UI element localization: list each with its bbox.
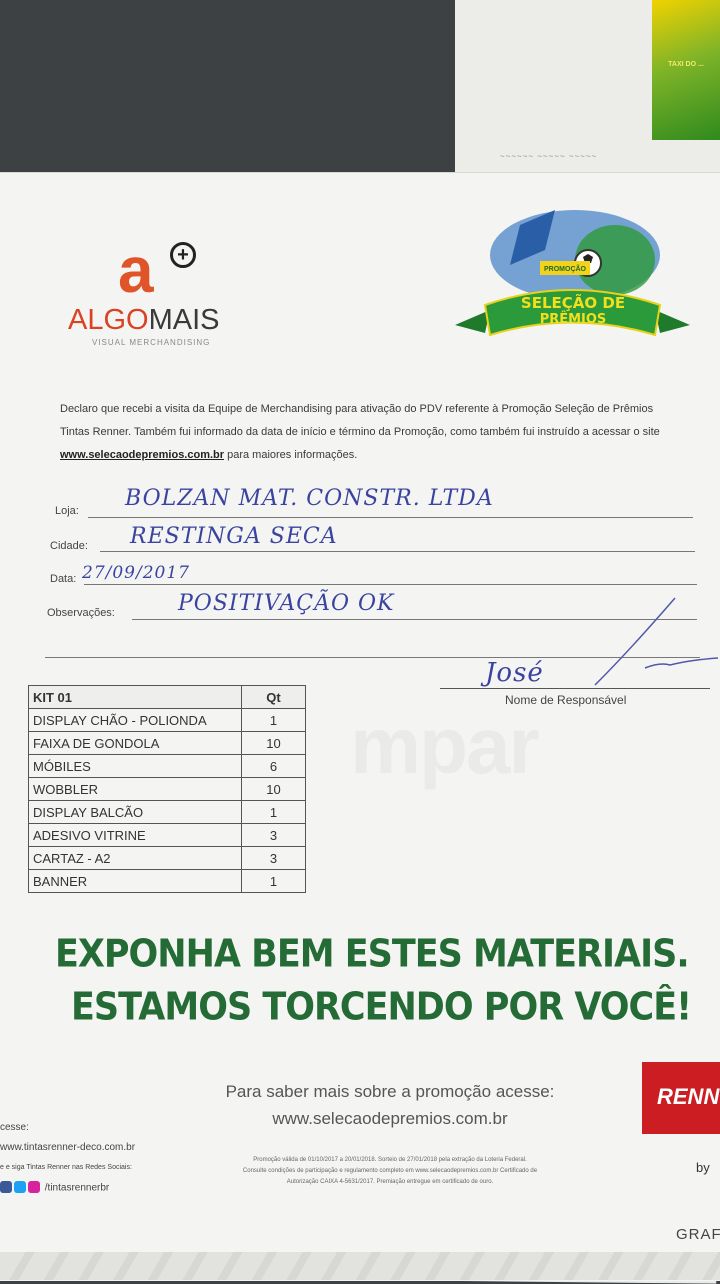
legal-text: Promoção válida de 01/10/2017 a 20/01/20… [215, 1155, 565, 1188]
declaration-intro: Declaro que recebi a visita da Equipe de… [60, 403, 660, 438]
algomais-logo: ALGOMAIS [68, 305, 220, 335]
headline: EXPONHA BEM ESTES MATERIAIS. ESTAMOS TOR… [55, 928, 720, 1034]
legal-line-3: Autorização CAIXA 4-5631/2017. Premiação… [286, 1179, 494, 1185]
table-row: ADESIVO VITRINE 3 [28, 823, 306, 847]
table-row: WOBBLER 10 [28, 777, 306, 801]
headline-line1: EXPONHA BEM ESTES MATERIAIS. [55, 932, 690, 977]
grafica-text: GRAF [676, 1226, 720, 1243]
table-row: BANNER 1 [28, 869, 306, 893]
loja-line [88, 517, 693, 518]
twitter-icon[interactable] [14, 1181, 26, 1194]
promo-ribbon-line1: SELEÇÃO DE [521, 293, 625, 312]
background-flyer [652, 0, 720, 140]
promo-ribbon-line2: PRÊMIOS [540, 311, 607, 327]
kit-qt: 3 [241, 846, 306, 870]
kit-qt: 1 [241, 708, 306, 732]
kit-header-item: KIT 01 [28, 685, 242, 709]
algomais-logo-mark: a [118, 234, 154, 306]
left-access-text: cesse: [0, 1122, 29, 1133]
table-row: FAIXA DE GONDOLA 10 [28, 731, 306, 755]
table-row: DISPLAY BALCÃO 1 [28, 800, 306, 824]
kit-item: DISPLAY BALCÃO [28, 800, 242, 824]
left-follow-text: e e siga Tintas Renner nas Redes Sociais… [0, 1164, 132, 1171]
kit-item: FAIXA DE GONDOLA [28, 731, 242, 755]
legal-line-1: Promoção válida de 01/10/2017 a 20/01/20… [253, 1157, 527, 1163]
kit-item: DISPLAY CHÃO - POLIONDA [28, 708, 242, 732]
cidade-value[interactable]: RESTINGA SECA [130, 524, 338, 549]
kit-qt: 6 [241, 754, 306, 778]
promo-badge-text: PROMOÇÃO [544, 264, 587, 273]
loja-label: Loja: [55, 505, 79, 517]
kit-qt: 1 [241, 800, 306, 824]
social-handle[interactable]: /tintasrennerbr [45, 1183, 109, 1194]
declaration-outro: para maiores informações. [224, 449, 358, 461]
declaration-text: Declaro que recebi a visita da Equipe de… [60, 398, 660, 467]
facebook-icon[interactable] [0, 1181, 12, 1194]
kit-qt: 10 [241, 731, 306, 755]
background-scribble: ~~~~~~ ~~~~~ ~~~~~ [500, 152, 598, 161]
loja-value[interactable]: BOLZAN MAT. CONSTR. LTDA [125, 486, 494, 511]
flyer-text: TAXI DO ... [668, 61, 704, 68]
data-label: Data: [50, 573, 77, 585]
promo-info-text: Para saber mais sobre a promoção acesse: [225, 1082, 555, 1101]
kit-header-qt: Qt [241, 685, 306, 709]
cidade-label: Cidade: [50, 540, 88, 552]
logo-subtitle: VISUAL MERCHANDISING [92, 338, 211, 347]
instagram-icon[interactable] [28, 1181, 40, 1194]
kit-table: KIT 01 Qt DISPLAY CHÃO - POLIONDA 1 FAIXA… [28, 685, 306, 893]
cidade-line [100, 551, 695, 552]
left-footer-info: cesse: www.tintasrenner-deco.com.br e e … [0, 1118, 135, 1199]
promo-info: Para saber mais sobre a promoção acesse:… [180, 1078, 600, 1132]
bottom-strip [0, 1252, 720, 1280]
kit-header-row: KIT 01 Qt [28, 685, 306, 709]
kit-item: MÓBILES [28, 754, 242, 778]
left-url[interactable]: www.tintasrenner-deco.com.br [0, 1138, 135, 1158]
kit-qt: 3 [241, 823, 306, 847]
promo-info-url[interactable]: www.selecaodepremios.com.br [180, 1105, 600, 1132]
kit-item: BANNER [28, 869, 242, 893]
background-watermark: mpar [350, 701, 540, 790]
logo-mais-text: MAIS [148, 304, 220, 336]
kit-qt: 10 [241, 777, 306, 801]
kit-qt: 1 [241, 869, 306, 893]
table-row: CARTAZ - A2 3 [28, 846, 306, 870]
kit-item: CARTAZ - A2 [28, 846, 242, 870]
signature-stroke [594, 597, 719, 686]
social-icons [0, 1178, 42, 1198]
by-text: by [696, 1160, 710, 1175]
headline-line2: ESTAMOS TORCENDO POR VOCÊ! [71, 985, 692, 1030]
declaration-site-link[interactable]: www.selecaodepremios.com.br [60, 449, 224, 461]
kit-item: WOBBLER [28, 777, 242, 801]
observacoes-value[interactable]: POSITIVAÇÃO OK [178, 591, 394, 616]
signature: José [485, 658, 544, 688]
social-row: /tintasrennerbr [0, 1178, 135, 1199]
legal-line-2: Consulte condições de participação e reg… [242, 1168, 538, 1174]
kit-item: ADESIVO VITRINE [28, 823, 242, 847]
table-row: DISPLAY CHÃO - POLIONDA 1 [28, 708, 306, 732]
plus-icon: + [170, 242, 196, 268]
signature-label: Nome de Responsável [505, 693, 627, 707]
selecao-de-premios-emblem: PROMOÇÃO SELEÇÃO DE PRÊMIOS [455, 210, 690, 337]
data-line [84, 584, 697, 585]
renner-logo: RENN [642, 1062, 720, 1134]
signature-line [440, 688, 710, 689]
data-value[interactable]: 27/09/2017 [82, 563, 190, 583]
observacoes-label: Observações: [47, 607, 115, 619]
logo-algo-text: ALGO [68, 304, 149, 336]
table-row: MÓBILES 6 [28, 754, 306, 778]
